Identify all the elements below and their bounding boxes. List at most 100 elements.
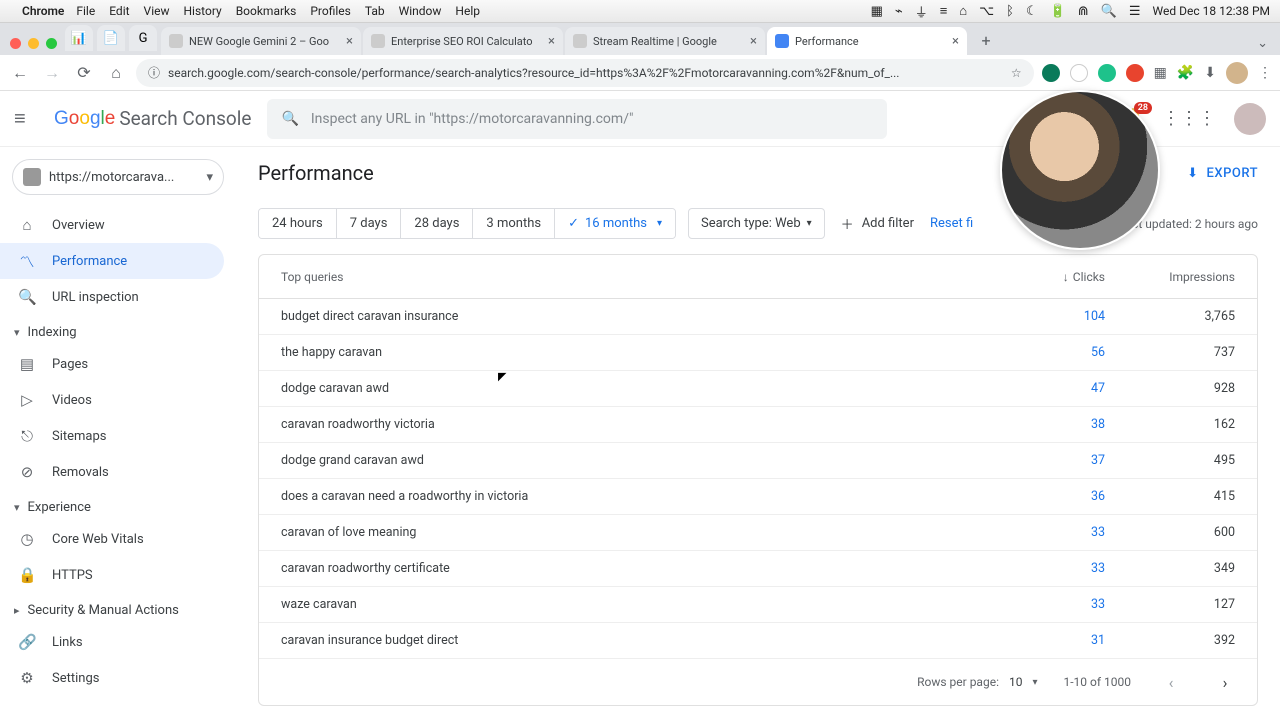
control-center-icon[interactable]: ☰ bbox=[1129, 4, 1141, 19]
battery-icon[interactable]: 🔋 bbox=[1050, 4, 1066, 19]
menu-window[interactable]: Window bbox=[399, 4, 442, 18]
tray-icon[interactable]: ⏚ bbox=[915, 2, 928, 21]
menu-history[interactable]: History bbox=[184, 4, 222, 18]
wifi-icon[interactable]: ⋒ bbox=[1078, 4, 1089, 19]
active-app-name[interactable]: Chrome bbox=[22, 4, 64, 18]
table-row[interactable]: dodge grand caravan awd37495 bbox=[259, 443, 1257, 479]
sidebar-item-links[interactable]: 🔗 Links bbox=[0, 624, 224, 660]
sidebar-item-settings[interactable]: ⚙ Settings bbox=[0, 660, 224, 696]
reset-filters-link[interactable]: Reset fi bbox=[930, 216, 973, 231]
sidebar-section-indexing[interactable]: ▾ Indexing bbox=[0, 315, 236, 346]
prev-page-button[interactable]: ‹ bbox=[1157, 673, 1185, 692]
profile-avatar-icon[interactable] bbox=[1226, 62, 1248, 84]
url-inspect-input[interactable]: 🔍 Inspect any URL in "https://motorcarav… bbox=[267, 99, 887, 139]
sidebar-item-url-inspection[interactable]: 🔍 URL inspection bbox=[0, 279, 224, 315]
sidebar-item-pages[interactable]: ▤ Pages bbox=[0, 346, 224, 382]
bookmark-star-icon[interactable]: ☆ bbox=[1011, 66, 1022, 80]
site-info-icon[interactable]: ⓘ bbox=[148, 64, 160, 81]
tabs-overflow-icon[interactable]: ⌄ bbox=[1251, 36, 1274, 55]
table-row[interactable]: caravan insurance budget direct31392 bbox=[259, 623, 1257, 659]
sidebar-item-videos[interactable]: ▷ Videos bbox=[0, 382, 224, 418]
pinned-tab[interactable]: G bbox=[129, 25, 157, 51]
date-seg-24h[interactable]: 24 hours bbox=[259, 209, 337, 238]
tray-icon[interactable]: ⌥ bbox=[979, 4, 994, 19]
col-header-clicks[interactable]: ↓ Clicks bbox=[985, 270, 1105, 284]
address-bar[interactable]: ⓘ search.google.com/search-console/perfo… bbox=[136, 59, 1034, 87]
browser-tab[interactable]: Enterprise SEO ROI Calculato × bbox=[363, 27, 563, 55]
menu-edit[interactable]: Edit bbox=[109, 4, 129, 18]
table-row[interactable]: caravan roadworthy victoria38162 bbox=[259, 407, 1257, 443]
table-row[interactable]: caravan of love meaning33600 bbox=[259, 515, 1257, 551]
spotlight-icon[interactable]: 🔍 bbox=[1101, 4, 1117, 19]
table-row[interactable]: the happy caravan56737 bbox=[259, 335, 1257, 371]
new-tab-button[interactable]: + bbox=[973, 27, 999, 53]
close-tab-icon[interactable]: × bbox=[750, 34, 757, 49]
table-row[interactable]: dodge caravan awd47928 bbox=[259, 371, 1257, 407]
sidebar-item-core-web-vitals[interactable]: ◷ Core Web Vitals bbox=[0, 521, 224, 557]
browser-tab[interactable]: Stream Realtime | Google × bbox=[565, 27, 765, 55]
tray-icon[interactable]: ▦ bbox=[871, 4, 883, 19]
moon-icon[interactable]: ☾ bbox=[1026, 4, 1038, 19]
table-row[interactable]: waze caravan33127 bbox=[259, 587, 1257, 623]
export-button[interactable]: ⬇ EXPORT bbox=[1187, 166, 1258, 181]
col-header-query[interactable]: Top queries bbox=[281, 270, 985, 284]
date-seg-16m[interactable]: ✓ 16 months ▾ bbox=[555, 209, 675, 238]
table-row[interactable]: budget direct caravan insurance1043,765 bbox=[259, 299, 1257, 335]
close-tab-icon[interactable]: × bbox=[952, 34, 959, 49]
pinned-tab[interactable]: 📄 bbox=[97, 25, 125, 51]
fullscreen-window-icon[interactable] bbox=[46, 38, 57, 49]
hamburger-menu-icon[interactable]: ≡ bbox=[14, 106, 38, 131]
extension-icon[interactable] bbox=[1070, 64, 1088, 82]
date-seg-3m[interactable]: 3 months bbox=[473, 209, 555, 238]
tray-icon[interactable]: ⌁ bbox=[895, 4, 903, 19]
table-row[interactable]: does a caravan need a roadworthy in vict… bbox=[259, 479, 1257, 515]
home-button[interactable]: ⌂ bbox=[104, 63, 128, 83]
close-tab-icon[interactable]: × bbox=[346, 34, 353, 49]
extension-icon[interactable] bbox=[1098, 64, 1116, 82]
date-seg-7d[interactable]: 7 days bbox=[337, 209, 402, 238]
google-apps-icon[interactable]: ⋮⋮⋮ bbox=[1162, 108, 1216, 129]
sidebar-item-feedback[interactable]: ⚑ Submit feedback bbox=[0, 708, 224, 720]
account-avatar-icon[interactable] bbox=[1234, 103, 1266, 135]
chrome-menu-icon[interactable]: ⋮ bbox=[1258, 65, 1272, 81]
tray-icon[interactable]: ≡ bbox=[940, 3, 948, 19]
sidebar-item-overview[interactable]: ⌂ Overview bbox=[0, 207, 224, 243]
bluetooth-icon[interactable]: ᛒ bbox=[1006, 4, 1014, 19]
next-page-button[interactable]: › bbox=[1211, 673, 1239, 692]
sidebar-item-removals[interactable]: ⊘ Removals bbox=[0, 454, 224, 490]
property-selector[interactable]: https://motorcarava... ▾ bbox=[12, 159, 224, 195]
menu-help[interactable]: Help bbox=[455, 4, 480, 18]
menu-profiles[interactable]: Profiles bbox=[310, 4, 351, 18]
extension-icon[interactable] bbox=[1042, 64, 1060, 82]
minimize-window-icon[interactable] bbox=[28, 38, 39, 49]
extension-icon[interactable]: ▦ bbox=[1154, 65, 1167, 81]
back-button[interactable]: ← bbox=[8, 63, 32, 83]
sidebar-item-https[interactable]: 🔒 HTTPS bbox=[0, 557, 224, 593]
menu-tab[interactable]: Tab bbox=[365, 4, 385, 18]
close-window-icon[interactable] bbox=[10, 38, 21, 49]
menu-view[interactable]: View bbox=[144, 4, 170, 18]
gsc-logo[interactable]: Google Search Console bbox=[54, 107, 251, 130]
sidebar-section-security[interactable]: ▸ Security & Manual Actions bbox=[0, 593, 236, 624]
search-type-chip[interactable]: Search type: Web ▾ bbox=[688, 208, 825, 239]
menu-bookmarks[interactable]: Bookmarks bbox=[236, 4, 297, 18]
extensions-puzzle-icon[interactable]: 🧩 bbox=[1177, 65, 1194, 81]
close-tab-icon[interactable]: × bbox=[548, 34, 555, 49]
sidebar-section-experience[interactable]: ▾ Experience bbox=[0, 490, 236, 521]
date-seg-28d[interactable]: 28 days bbox=[401, 209, 473, 238]
forward-button[interactable]: → bbox=[40, 63, 64, 83]
menu-file[interactable]: File bbox=[76, 4, 95, 18]
sidebar-item-performance[interactable]: 〽 Performance bbox=[0, 243, 224, 279]
sidebar-item-sitemaps[interactable]: ⎋ Sitemaps bbox=[0, 418, 224, 454]
rows-per-page-select[interactable]: 10 ▾ bbox=[1009, 675, 1038, 689]
add-filter-button[interactable]: ＋ Add filter bbox=[837, 207, 918, 240]
pinned-tab[interactable]: 📊 bbox=[65, 25, 93, 51]
tray-icon[interactable]: ⌂ bbox=[959, 3, 967, 19]
browser-tab-active[interactable]: Performance × bbox=[767, 27, 967, 55]
downloads-icon[interactable]: ⬇ bbox=[1204, 65, 1216, 81]
extension-icon[interactable] bbox=[1126, 64, 1144, 82]
clock[interactable]: Wed Dec 18 12:38 PM bbox=[1153, 4, 1270, 18]
table-row[interactable]: caravan roadworthy certificate33349 bbox=[259, 551, 1257, 587]
reload-button[interactable]: ⟳ bbox=[72, 63, 96, 82]
col-header-impressions[interactable]: Impressions bbox=[1105, 270, 1235, 284]
